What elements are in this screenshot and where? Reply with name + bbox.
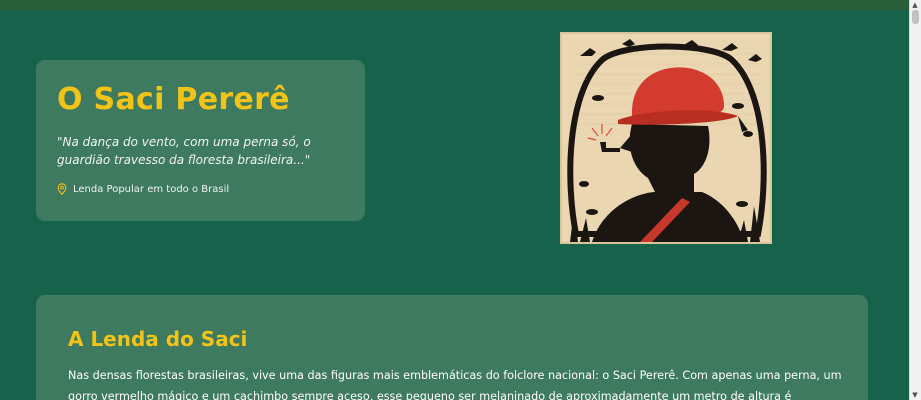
hero-card: O Saci Pererê "Na dança do vento, com um…	[36, 60, 365, 221]
scroll-thumb[interactable]	[912, 10, 919, 24]
scroll-down-arrow-icon[interactable]: ▼	[911, 391, 919, 399]
vertical-scrollbar[interactable]: ▲ ▼	[909, 0, 921, 400]
map-pin-icon	[57, 183, 67, 195]
hero-quote: "Na dança do vento, com uma perna só, o …	[57, 135, 311, 167]
legend-text: Nas densas florestas brasileiras, vive u…	[68, 369, 842, 400]
saci-illustration	[560, 32, 772, 244]
top-bar	[0, 0, 909, 10]
hero-location: Lenda Popular em todo o Brasil	[57, 183, 345, 195]
legend-card: A Lenda do Saci Nas densas florestas bra…	[36, 295, 868, 400]
saci-illustration-art	[562, 34, 770, 242]
legend-title: A Lenda do Saci	[68, 327, 248, 351]
location-label: Lenda Popular em todo o Brasil	[73, 183, 230, 195]
scroll-up-arrow-icon[interactable]: ▲	[911, 1, 919, 9]
page-title: O Saci Pererê	[57, 82, 290, 117]
